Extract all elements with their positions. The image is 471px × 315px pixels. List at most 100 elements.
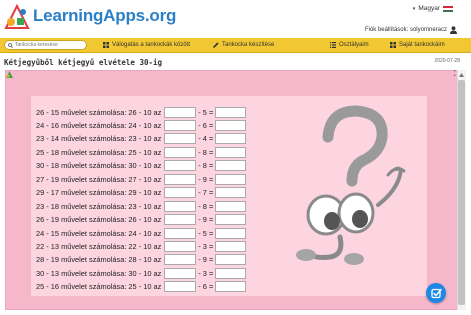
nav-item-label: Osztályaim [339, 42, 369, 48]
exercise-row: 26 - 19 művelet számolása: 26 - 10 az - 9… [36, 214, 247, 226]
exercise-question: 25 - 16 művelet számolása: 25 - 10 az [36, 282, 162, 292]
exercise-question: 22 - 13 művelet számolása: 22 - 10 az [36, 242, 162, 251]
exercise-row: 23 - 18 művelet számolása: 23 - 10 az - 8… [36, 200, 247, 212]
exercise-row: 27 - 19 művelet számolása: 27 - 10 az - 9… [36, 173, 247, 185]
first-answer-input[interactable] [164, 254, 197, 266]
language-selector[interactable]: ▾ Magyar [413, 5, 453, 12]
final-answer-input[interactable] [215, 200, 247, 212]
exercise-operator: - 3 = [198, 242, 214, 251]
first-answer-input[interactable] [164, 119, 197, 131]
exercise-row: 29 - 17 művelet számolása: 29 - 10 az - 7… [36, 187, 247, 199]
scrollbar-thumb[interactable] [458, 80, 465, 305]
first-answer-input[interactable] [164, 106, 197, 118]
exercise-operator: - 8 = [198, 161, 214, 171]
final-answer-input[interactable] [215, 160, 247, 172]
grid-icon [390, 42, 396, 48]
exercise-operator: - 6 = [198, 120, 214, 130]
exercise-question: 23 - 18 művelet számolása: 23 - 10 az [36, 201, 162, 211]
app-date: 2020-07-28 [434, 58, 460, 64]
app-title: Kétjegyűből kétjegyű elvétele 30-ig [4, 58, 163, 67]
first-answer-input[interactable] [164, 267, 197, 279]
exercise-row: 24 - 16 művelet számolása: 24 - 10 az - 6… [36, 119, 247, 131]
scroll-up-icon[interactable] [459, 73, 464, 77]
exercise-row: 22 - 13 művelet számolása: 22 - 10 az - 3… [36, 241, 247, 253]
first-answer-input[interactable] [164, 133, 197, 145]
final-answer-input[interactable] [215, 241, 247, 252]
check-answers-button[interactable] [426, 283, 446, 303]
app-corner-icon [6, 71, 13, 78]
first-answer-input[interactable] [164, 200, 197, 212]
exercise-operator: - 9 = [198, 215, 214, 225]
final-answer-input[interactable] [215, 227, 247, 239]
exercise-question: 23 - 14 művelet számolása: 23 - 10 az [36, 134, 162, 144]
check-edit-icon [430, 288, 442, 298]
exercise-row: 24 - 15 művelet számolása: 24 - 10 az - 5… [36, 227, 247, 239]
first-answer-input[interactable] [164, 160, 197, 172]
exercise-question: 27 - 19 művelet számolása: 27 - 10 az [36, 174, 162, 184]
final-answer-input[interactable] [215, 267, 247, 279]
language-label: Magyar [418, 5, 440, 12]
exercise-question: 29 - 17 művelet számolása: 29 - 10 az [36, 188, 162, 198]
final-answer-input[interactable] [215, 133, 247, 145]
first-answer-input[interactable] [164, 227, 197, 239]
search-box[interactable] [4, 40, 87, 50]
final-answer-input[interactable] [215, 214, 247, 226]
final-answer-input[interactable] [215, 119, 247, 131]
exercise-operator: - 3 = [198, 268, 214, 278]
exercise-question: 30 - 18 művelet számolása: 30 - 10 az [36, 161, 162, 171]
nav-browse-apps[interactable]: Válogatás a tankockák között [103, 42, 190, 48]
nav-my-classes[interactable]: Osztályaim [330, 42, 369, 48]
account-label: Fiók beállítások: solyomneracz [364, 27, 447, 33]
nav-create-app[interactable]: Tankocka készítése [213, 42, 274, 48]
first-answer-input[interactable] [164, 173, 197, 185]
exercise-row: 25 - 18 művelet számolása: 25 - 10 az - 8… [36, 146, 247, 158]
first-answer-input[interactable] [164, 214, 197, 226]
exercise-operator: - 6 = [198, 282, 214, 292]
exercise-operator: - 4 = [198, 134, 214, 144]
logo-icon[interactable] [2, 2, 32, 32]
question-mark-character-image [296, 105, 406, 265]
logo-text[interactable]: LearningApps.org [33, 6, 176, 26]
exercise-row: 23 - 14 művelet számolása: 23 - 10 az - 4… [36, 133, 247, 145]
exercise-row: 30 - 18 művelet számolása: 30 - 10 az - 8… [36, 160, 247, 172]
exercise-question: 24 - 15 művelet számolása: 24 - 10 az [36, 228, 162, 238]
chevron-down-icon: ▾ [412, 5, 416, 12]
search-icon [8, 42, 13, 48]
final-answer-input[interactable] [215, 281, 247, 293]
exercise-operator: - 5 = [198, 107, 214, 117]
user-icon [450, 26, 457, 34]
exercise-operator: - 9 = [198, 255, 214, 265]
exercise-question: 24 - 16 művelet számolása: 24 - 10 az [36, 120, 162, 130]
first-answer-input[interactable] [164, 281, 197, 293]
nav-item-label: Saját tankockáim [399, 42, 445, 48]
exercise-row: 25 - 16 művelet számolása: 25 - 10 az - 6… [36, 281, 247, 293]
exercise-operator: - 8 = [198, 147, 214, 157]
flag-icon [443, 5, 453, 12]
final-answer-input[interactable] [215, 254, 247, 266]
exercise-row: 28 - 19 művelet számolása: 28 - 10 az - 9… [36, 254, 247, 266]
final-answer-input[interactable] [215, 187, 247, 199]
final-answer-input[interactable] [215, 146, 247, 158]
pencil-icon [213, 42, 219, 48]
list-icon [330, 42, 336, 48]
nav-item-label: Válogatás a tankockák között [112, 42, 191, 48]
first-answer-input[interactable] [164, 187, 197, 199]
final-answer-input[interactable] [215, 106, 247, 118]
exercise-question: 25 - 18 művelet számolása: 25 - 10 az [36, 147, 162, 157]
exercise-row: 30 - 13 művelet számolása: 30 - 10 az - 3… [36, 267, 247, 279]
search-input[interactable] [15, 42, 85, 48]
first-answer-input[interactable] [164, 241, 197, 252]
exercise-question: 26 - 19 művelet számolása: 26 - 10 az [36, 215, 162, 225]
exercise-question: 30 - 13 művelet számolása: 30 - 10 az [36, 268, 162, 278]
account-settings[interactable]: Fiók beállítások: solyomneracz [365, 26, 457, 34]
first-answer-input[interactable] [164, 146, 197, 158]
exercise-question: 26 - 15 művelet számolása: 26 - 10 az [36, 107, 162, 117]
nav-my-apps[interactable]: Saját tankockáim [390, 42, 445, 48]
final-answer-input[interactable] [215, 173, 247, 185]
exercise-operator: - 8 = [198, 201, 214, 211]
exercise-operator: - 5 = [198, 228, 214, 238]
nav-item-label: Tankocka készítése [222, 42, 275, 48]
exercise-question: 28 - 19 művelet számolása: 28 - 10 az [36, 255, 162, 265]
exercise-row: 26 - 15 művelet számolása: 26 - 10 az - 5… [36, 106, 247, 118]
exercise-operator: - 9 = [198, 174, 214, 184]
